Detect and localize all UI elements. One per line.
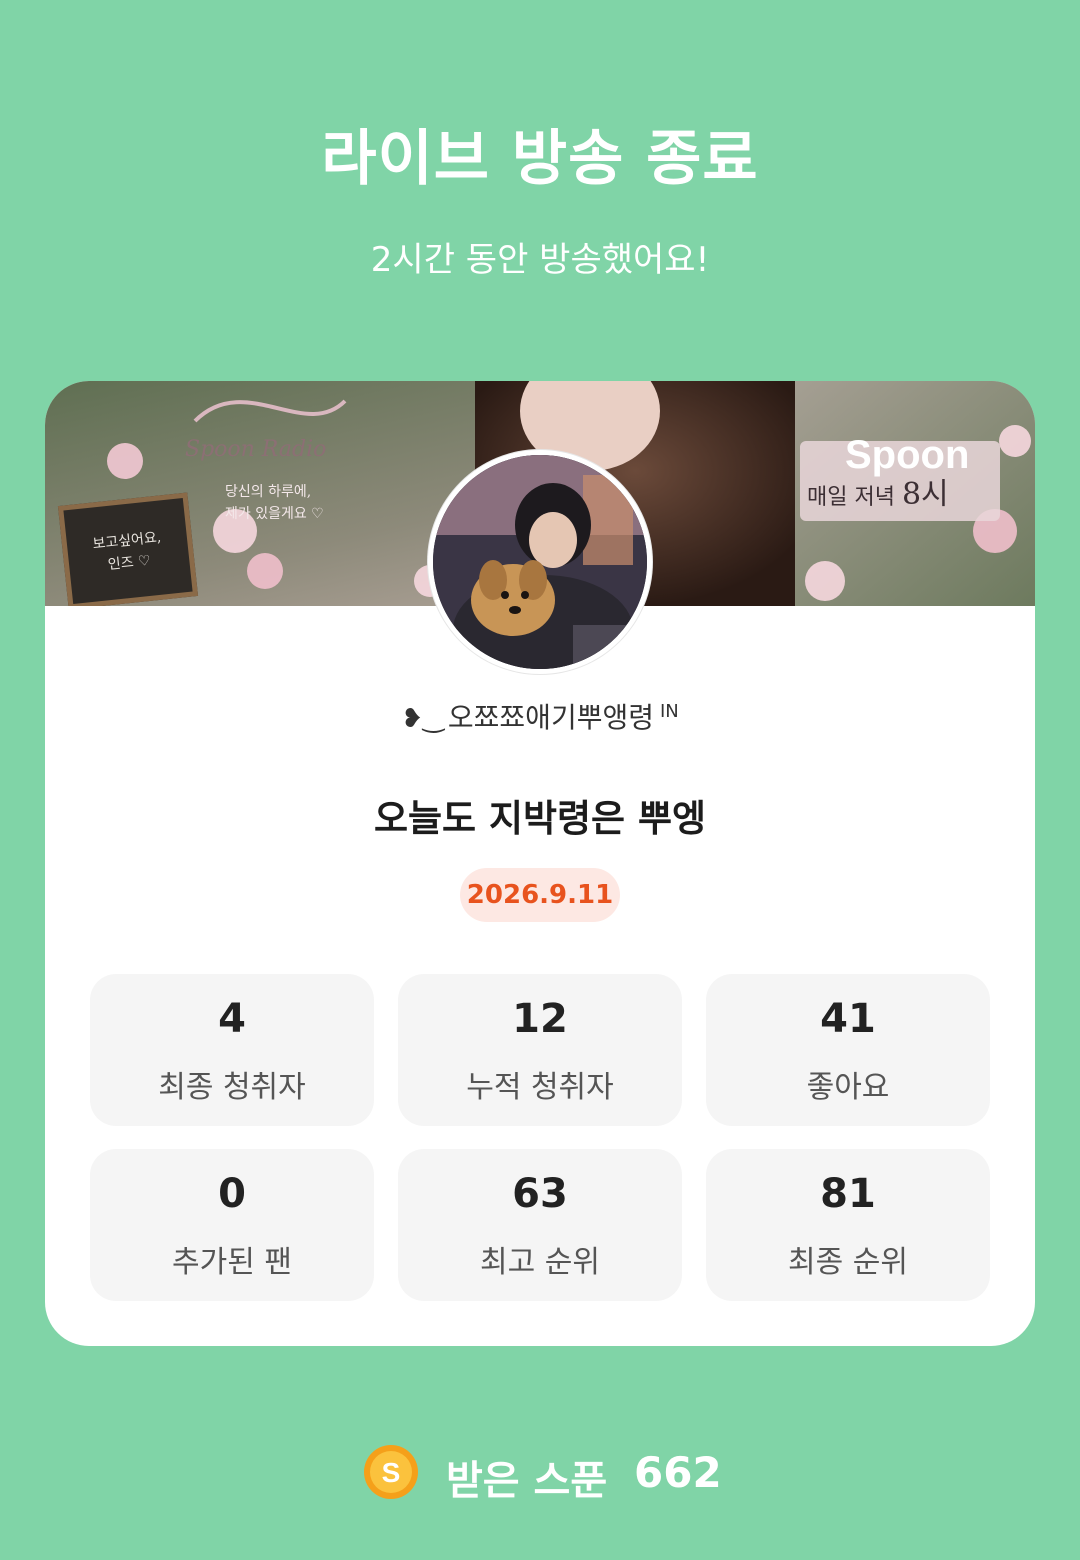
- stat-value: 81: [820, 1171, 876, 1217]
- spoons-label: 받은 스푼: [446, 1458, 608, 1504]
- stat-label: 좋아요: [806, 1070, 890, 1105]
- banner-chalkboard: 보고싶어요, 인즈 ♡: [57, 492, 199, 606]
- banner-script-text: Spoon Radio: [185, 437, 327, 462]
- stat-final-rank: 81 최종 순위: [706, 1149, 990, 1301]
- host-badge: IN: [660, 700, 679, 722]
- stat-value: 4: [218, 996, 246, 1042]
- broadcast-title: 오늘도 지박령은 뿌엥: [373, 797, 707, 840]
- received-spoons: S 받은 스푼 662: [0, 1440, 1080, 1504]
- stat-new-fans: 0 추가된 팬: [90, 1149, 374, 1301]
- stat-value: 0: [218, 1171, 246, 1217]
- spoon-coin-icon: S: [363, 1444, 419, 1500]
- banner-message: 당신의 하루에, 제가 있을게요 ♡: [225, 481, 324, 525]
- stat-value: 12: [512, 996, 568, 1042]
- banner-schedule: 매일 저녁 8시: [807, 469, 949, 513]
- broadcast-date-badge: 2026.9.11: [460, 868, 620, 922]
- stat-label: 최고 순위: [480, 1245, 600, 1280]
- banner-message-line: 제가 있을게요 ♡: [225, 506, 324, 522]
- stat-highest-rank: 63 최고 순위: [398, 1149, 682, 1301]
- banner-schedule-time: 8시: [901, 477, 949, 512]
- banner-message-line: 당신의 하루에,: [225, 484, 312, 500]
- page-title: 라이브 방송 종료: [321, 124, 759, 194]
- banner-schedule-text: 매일 저녁: [807, 485, 895, 510]
- avatar[interactable]: [428, 450, 652, 674]
- stat-total-listeners: 12 누적 청취자: [398, 974, 682, 1126]
- host-name[interactable]: ❥︎‿ 오쬬쬬애기뿌앵령 IN: [0, 696, 1080, 736]
- spoons-count: 662: [634, 1448, 722, 1497]
- svg-text:S: S: [382, 1457, 401, 1488]
- stat-value: 41: [820, 996, 876, 1042]
- stat-value: 63: [512, 1171, 568, 1217]
- stat-label: 최종 순위: [788, 1245, 908, 1280]
- stat-label: 추가된 팬: [172, 1245, 292, 1280]
- stat-final-listeners: 4 최종 청취자: [90, 974, 374, 1126]
- heart-decoration-icon: ❥︎‿: [401, 704, 444, 734]
- stat-label: 최종 청취자: [158, 1070, 306, 1105]
- page-subtitle: 2시간 동안 방송했어요!: [370, 240, 710, 280]
- host-nickname: 오쬬쬬애기뿌앵령: [447, 701, 654, 734]
- stat-label: 누적 청취자: [466, 1070, 614, 1105]
- stat-likes: 41 좋아요: [706, 974, 990, 1126]
